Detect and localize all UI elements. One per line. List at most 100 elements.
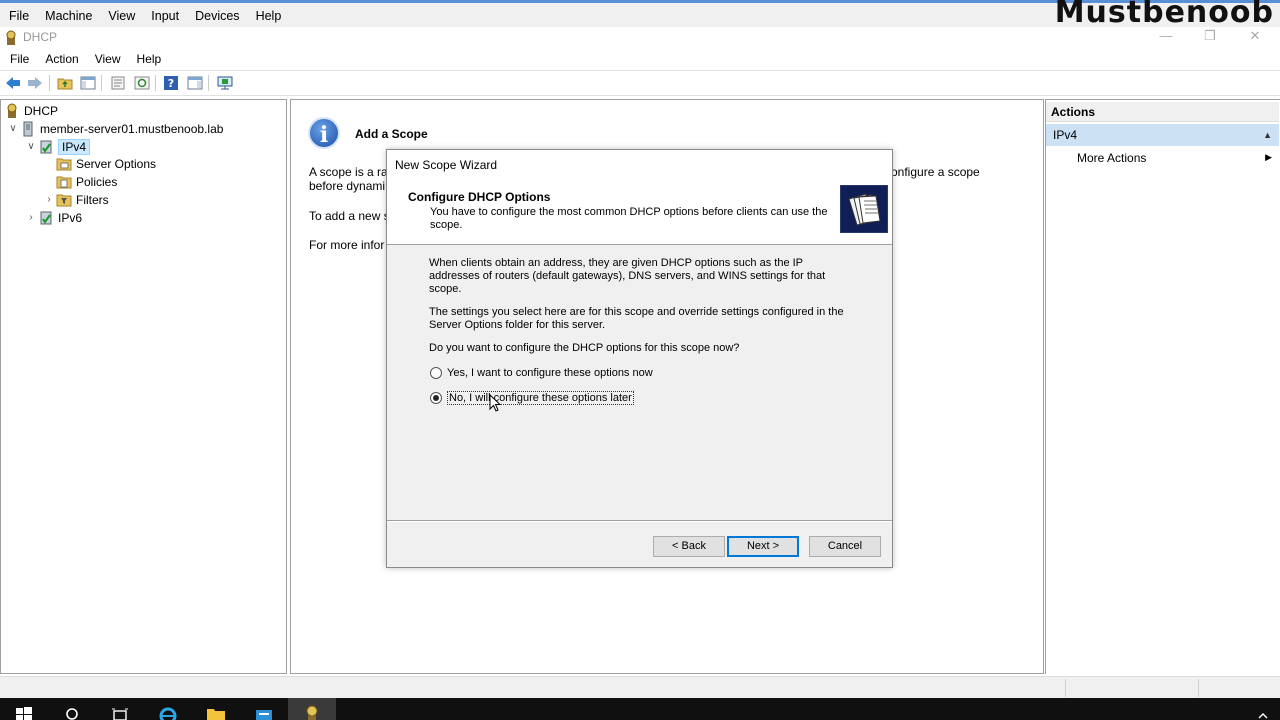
tree-label: IPv6 (58, 210, 83, 225)
status-divider (1198, 679, 1199, 697)
vbox-menu-machine[interactable]: Machine (37, 6, 100, 27)
task-view-icon[interactable] (96, 698, 144, 720)
wizard-question: Do you want to configure the DHCP option… (429, 342, 740, 354)
info-icon: i (308, 117, 340, 149)
actions-header: Actions (1046, 102, 1279, 122)
wizard-folders-icon (840, 185, 888, 233)
more-actions-link[interactable]: More Actions (1077, 151, 1146, 165)
folder-icon (56, 174, 72, 190)
filter-folder-icon (56, 192, 72, 208)
chevron-right-icon[interactable]: › (42, 194, 56, 205)
file-explorer-icon[interactable] (192, 698, 240, 720)
tree-item-dhcp[interactable]: DHCP (4, 102, 58, 119)
description-line: For more infor (309, 238, 385, 252)
ipv4-icon (38, 139, 54, 155)
tree-label: DHCP (24, 103, 59, 118)
restore-button[interactable]: ❐ (1188, 27, 1232, 47)
actions-section-label: IPv4 (1053, 128, 1078, 142)
menu-file[interactable]: File (0, 49, 37, 69)
show-hide-tree-icon[interactable] (79, 74, 97, 92)
radio-button[interactable] (430, 392, 442, 404)
tree-item-server[interactable]: ∨ member-server01.mustbenoob.lab (6, 120, 223, 137)
taskbar (0, 698, 1280, 720)
vbox-menu-bar: File Machine View Input Devices Help Mus… (0, 0, 1280, 30)
folder-icon (56, 156, 72, 172)
vbox-menu-help[interactable]: Help (248, 6, 290, 27)
ipv6-icon (38, 210, 54, 226)
dhcp-app-icon (4, 30, 18, 49)
menu-action[interactable]: Action (37, 49, 86, 69)
vbox-menu-input[interactable]: Input (143, 6, 187, 27)
close-button[interactable]: ✕ (1233, 27, 1277, 47)
tree-item-ipv6[interactable]: › IPv6 (24, 209, 82, 226)
refresh-icon[interactable] (133, 74, 151, 92)
server-monitor-icon[interactable] (216, 74, 234, 92)
tree-label: IPv4 (58, 138, 91, 155)
menu-help[interactable]: Help (129, 49, 170, 69)
app-menu-bar: File Action View Help (0, 49, 1280, 69)
chevron-down-icon[interactable]: ∨ (6, 123, 20, 134)
description-line: onfigure a scope (891, 165, 980, 179)
page-title: Add a Scope (355, 127, 428, 141)
radio-button[interactable] (430, 367, 442, 379)
actions-section-ipv4[interactable]: IPv4 ▲ (1046, 124, 1279, 146)
next-button[interactable]: Next > (727, 536, 799, 557)
toolbar-separator (208, 75, 209, 91)
up-folder-icon[interactable] (56, 74, 74, 92)
vbox-menu: File Machine View Input Devices Help (0, 6, 289, 27)
wizard-paragraph: When clients obtain an address, they are… (429, 257, 826, 295)
radio-option-no[interactable]: No, I will configure these options later (430, 391, 634, 405)
wizard-header: Configure DHCP Options You have to confi… (387, 179, 892, 245)
vbox-menu-view[interactable]: View (100, 6, 143, 27)
vbox-menu-file[interactable]: File (0, 6, 37, 27)
collapse-icon[interactable]: ▲ (1263, 124, 1272, 146)
back-arrow-icon[interactable] (4, 74, 22, 92)
description-line: A scope is a ran (309, 165, 395, 179)
server-icon (20, 121, 36, 137)
watermark: Mustbenoob (1054, 0, 1274, 30)
radio-option-yes[interactable]: Yes, I want to configure these options n… (430, 367, 653, 379)
show-action-pane-icon[interactable] (186, 74, 204, 92)
dialog-separator (387, 520, 892, 521)
radio-label: Yes, I want to configure these options n… (447, 367, 653, 379)
status-divider (1065, 679, 1066, 697)
radio-label: No, I will configure these options later (447, 391, 634, 405)
cancel-button[interactable]: Cancel (809, 536, 881, 557)
tree-item-server-options[interactable]: Server Options (56, 155, 156, 172)
toolbar-separator (155, 75, 156, 91)
tree-label: Policies (76, 174, 118, 189)
console-tree: DHCP ∨ member-server01.mustbenoob.lab ∨ … (0, 99, 287, 674)
toolbar: ? (0, 70, 1280, 96)
minimize-button[interactable]: — (1144, 27, 1188, 47)
start-button[interactable] (0, 698, 48, 720)
submenu-arrow-icon: ▶ (1265, 152, 1272, 162)
window-title: DHCP (23, 30, 58, 44)
forward-arrow-icon[interactable] (26, 74, 44, 92)
server-manager-icon[interactable] (240, 698, 288, 720)
svg-text:?: ? (168, 77, 174, 90)
tree-item-policies[interactable]: Policies (56, 173, 117, 190)
tree-item-ipv4[interactable]: ∨ IPv4 (24, 138, 91, 155)
tree-item-filters[interactable]: › Filters (42, 191, 109, 208)
menu-view[interactable]: View (87, 49, 129, 69)
toolbar-separator (49, 75, 50, 91)
status-bar (0, 676, 1280, 698)
chevron-up-icon[interactable] (1250, 698, 1276, 720)
new-scope-wizard-dialog: New Scope Wizard Configure DHCP Options … (386, 149, 893, 568)
wizard-heading: Configure DHCP Options (408, 190, 551, 204)
chevron-right-icon[interactable]: › (24, 212, 38, 223)
description-line: before dynami (309, 179, 386, 193)
toolbar-separator (101, 75, 102, 91)
help-icon[interactable]: ? (162, 74, 180, 92)
chevron-down-icon[interactable]: ∨ (24, 141, 38, 152)
tree-label: Filters (76, 192, 109, 207)
vbox-menu-devices[interactable]: Devices (187, 6, 247, 27)
wizard-subheading: You have to configure the most common DH… (430, 206, 828, 231)
internet-explorer-icon[interactable] (144, 698, 192, 720)
tree-label: member-server01.mustbenoob.lab (40, 121, 224, 136)
properties-icon[interactable] (109, 74, 127, 92)
dhcp-taskbar-icon[interactable] (288, 698, 336, 720)
search-icon[interactable] (48, 698, 96, 720)
back-button[interactable]: < Back (653, 536, 725, 557)
window-titlebar: DHCP — ❐ ✕ (0, 27, 1280, 49)
